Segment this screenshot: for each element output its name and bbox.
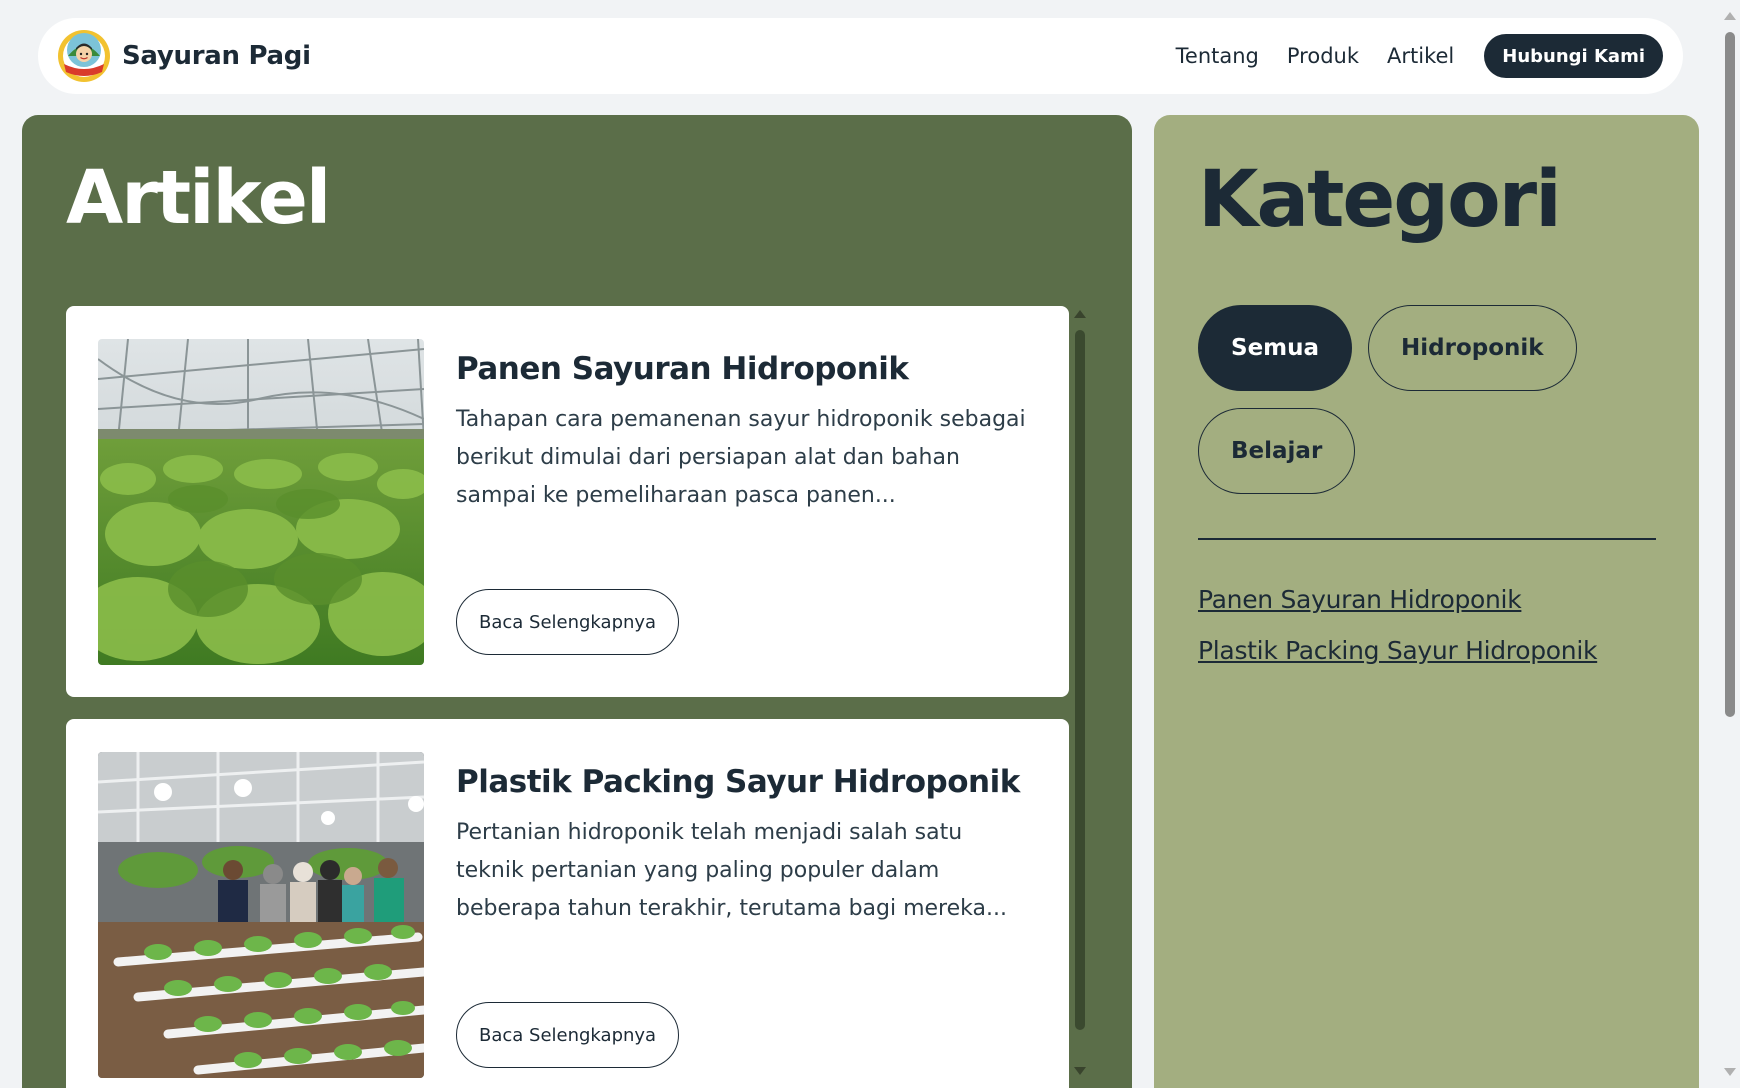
nav-links: Tentang Produk Artikel Hubungi Kami (1176, 34, 1663, 78)
category-sidebar: Kategori Semua Hidroponik Belajar Panen … (1154, 115, 1699, 1088)
article-card: Plastik Packing Sayur Hidroponik Pertani… (66, 719, 1069, 1088)
page-title: Artikel (66, 155, 331, 241)
divider (1198, 538, 1656, 540)
scroll-down-arrow-icon[interactable] (1074, 1067, 1086, 1075)
category-chip-semua[interactable]: Semua (1198, 305, 1353, 391)
article-excerpt: Tahapan cara pemanenan sayur hidroponik … (456, 407, 1026, 508)
nav-link-produk[interactable]: Produk (1287, 44, 1359, 68)
article-image-hydroponic-team[interactable] (98, 752, 424, 1078)
article-title[interactable]: Panen Sayuran Hidroponik (456, 351, 909, 387)
page-scrollbar-thumb[interactable] (1725, 32, 1735, 717)
articles-panel: Artikel Panen Sayuran Hidroponik Tahapan… (22, 115, 1132, 1088)
page-scroll-down-icon[interactable] (1724, 1068, 1736, 1076)
category-filters: Semua Hidroponik Belajar (1198, 305, 1668, 494)
article-list-scrollbar[interactable] (1072, 310, 1088, 1075)
sidebar-link-panen[interactable]: Panen Sayuran Hidroponik (1198, 585, 1597, 614)
article-card: Panen Sayuran Hidroponik Tahapan cara pe… (66, 306, 1069, 697)
nav-link-artikel[interactable]: Artikel (1387, 44, 1454, 68)
scroll-up-arrow-icon[interactable] (1074, 310, 1086, 318)
brand[interactable]: Sayuran Pagi (56, 28, 311, 84)
brand-name: Sayuran Pagi (122, 41, 311, 71)
page-scrollbar[interactable] (1720, 0, 1740, 1088)
scrollbar-thumb[interactable] (1075, 330, 1085, 1030)
nav-link-tentang[interactable]: Tentang (1176, 44, 1259, 68)
brand-logo-icon (58, 30, 110, 82)
navbar: Sayuran Pagi Tentang Produk Artikel Hubu… (38, 18, 1683, 94)
category-chip-belajar[interactable]: Belajar (1198, 408, 1356, 494)
contact-button[interactable]: Hubungi Kami (1484, 34, 1663, 78)
article-list[interactable]: Panen Sayuran Hidroponik Tahapan cara pe… (66, 306, 1069, 1088)
sidebar-link-plastik[interactable]: Plastik Packing Sayur Hidroponik (1198, 636, 1597, 665)
article-title[interactable]: Plastik Packing Sayur Hidroponik (456, 764, 1020, 800)
article-excerpt: Pertanian hidroponik telah menjadi salah… (456, 820, 1007, 921)
article-image-greenhouse[interactable] (98, 339, 424, 665)
read-more-button[interactable]: Baca Selengkapnya (456, 589, 680, 655)
read-more-button[interactable]: Baca Selengkapnya (456, 1002, 680, 1068)
category-chip-hidroponik[interactable]: Hidroponik (1368, 305, 1577, 391)
page-scroll-up-icon[interactable] (1724, 12, 1736, 20)
article-link-list: Panen Sayuran Hidroponik Plastik Packing… (1198, 585, 1597, 687)
sidebar-title: Kategori (1198, 155, 1562, 245)
